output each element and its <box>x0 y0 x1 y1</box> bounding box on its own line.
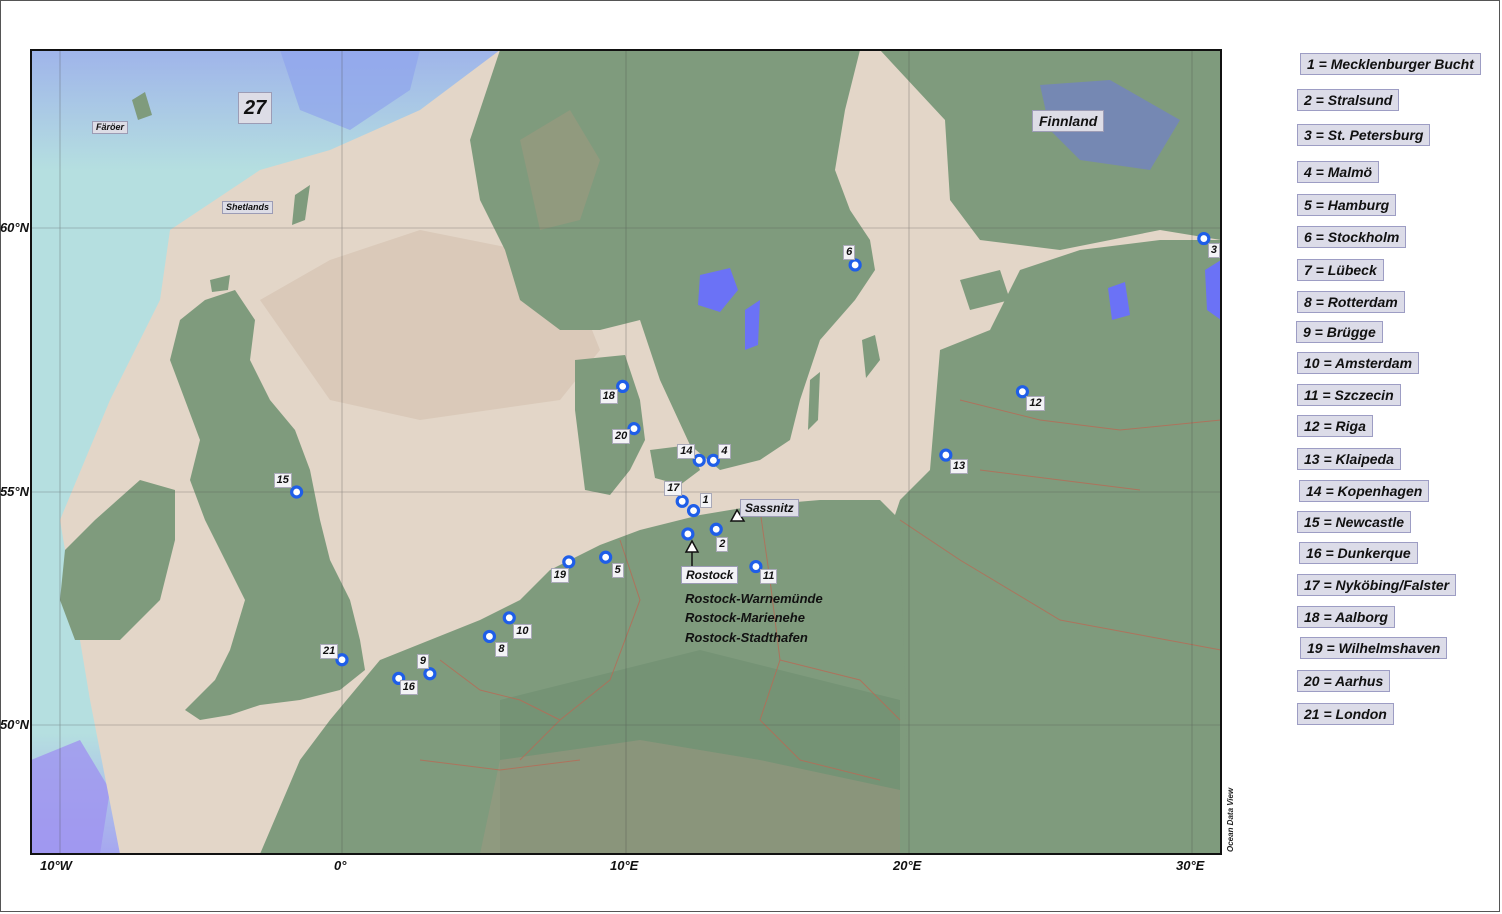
station-number-12: 12 <box>1026 395 1045 411</box>
shetlands-label: Shetlands <box>222 201 274 214</box>
station-marker-2[interactable] <box>709 522 723 536</box>
legend-item-21: 21 = London <box>1297 703 1394 725</box>
legend-item-12: 12 = Riga <box>1297 415 1373 437</box>
station-marker-18[interactable] <box>616 379 630 393</box>
station-marker-6[interactable] <box>848 258 862 272</box>
legend-item-7: 7 = Lübeck <box>1297 259 1384 281</box>
station-number-18: 18 <box>599 389 618 405</box>
rostock-site-3: Rostock-Stadthafen <box>685 630 808 645</box>
station-number-19: 19 <box>550 567 570 583</box>
station-number-2: 2 <box>716 537 729 553</box>
station-marker-17[interactable] <box>675 494 689 508</box>
lat-label-55n: 55°N <box>0 484 29 499</box>
station-marker-21[interactable] <box>335 653 349 667</box>
station-marker-8[interactable] <box>482 629 497 644</box>
legend-item-19: 19 = Wilhelmshaven <box>1300 637 1448 659</box>
lon-label-20e: 20°E <box>893 858 922 873</box>
legend-item-4: 4 = Malmö <box>1297 161 1380 183</box>
legend-item-9: 9 = Brügge <box>1296 321 1383 343</box>
station-marker-7[interactable] <box>681 527 695 541</box>
finland-label: Finnland <box>1032 110 1105 132</box>
lon-label-0: 0° <box>334 858 347 873</box>
station-number-8: 8 <box>495 642 508 658</box>
station-number-1: 1 <box>699 492 712 508</box>
station-marker-19[interactable] <box>562 555 576 569</box>
map-canvas <box>30 49 1222 855</box>
station-number-14: 14 <box>677 444 696 460</box>
station-marker-4[interactable] <box>706 453 720 467</box>
legend-item-10: 10 = Amsterdam <box>1297 352 1420 374</box>
station-marker-1[interactable] <box>686 504 701 518</box>
lon-label-10e: 10°E <box>610 858 639 873</box>
legend-item-2: 2 = Stralsund <box>1297 89 1400 111</box>
station-number-3: 3 <box>1207 242 1220 258</box>
legend-item-6: 6 = Stockholm <box>1297 226 1407 248</box>
legend-item-8: 8 = Rotterdam <box>1297 291 1405 313</box>
station-marker-5[interactable] <box>599 550 613 564</box>
station-number-15: 15 <box>273 473 292 488</box>
ocean-data-view-credit: Ocean Data View <box>1226 787 1235 852</box>
legend-item-16: 16 = Dunkerque <box>1299 542 1418 564</box>
station-number-5: 5 <box>611 563 624 579</box>
station-number-16: 16 <box>399 680 418 696</box>
rostock-site-1: Rostock-Warnemünde <box>685 591 823 606</box>
station-marker-15[interactable] <box>290 485 304 499</box>
legend-item-18: 18 = Aalborg <box>1297 606 1395 628</box>
station-marker-10[interactable] <box>502 611 516 625</box>
map-area <box>31 50 1221 854</box>
sassnitz-label: Sassnitz <box>740 499 799 517</box>
station-number-10: 10 <box>513 623 532 639</box>
legend-item-1: 1 = Mecklenburger Bucht <box>1300 53 1481 75</box>
legend-item-15: 15 = Newcastle <box>1297 511 1412 533</box>
legend-item-17: 17 = Nyköbing/Falster <box>1297 574 1457 596</box>
lat-label-60n: 60°N <box>0 220 29 235</box>
station-number-21: 21 <box>320 643 339 659</box>
station-number-9: 9 <box>416 653 429 669</box>
lat-label-50n: 50°N <box>0 717 29 732</box>
legend-item-20: 20 = Aarhus <box>1297 670 1391 692</box>
station-number-17: 17 <box>664 481 683 497</box>
station-marker-9[interactable] <box>423 667 437 681</box>
station-number-6: 6 <box>843 244 856 260</box>
station-number-4: 4 <box>718 444 731 460</box>
station-number-20: 20 <box>612 428 631 444</box>
rostock-site-2: Rostock-Marienehe <box>685 610 805 625</box>
lon-label-30e: 30°E <box>1176 858 1205 873</box>
legend-item-11: 11 = Szczecin <box>1297 384 1401 406</box>
legend-item-5: 5 = Hamburg <box>1297 194 1397 216</box>
rostock-label: Rostock <box>681 566 739 584</box>
station-number-11: 11 <box>759 568 778 584</box>
faroe-label: Färöer <box>92 121 129 134</box>
station-number-13: 13 <box>949 459 969 475</box>
lon-label-10w: 10°W <box>40 858 72 873</box>
station-marker-20[interactable] <box>627 422 641 436</box>
station-marker-14[interactable] <box>692 453 706 467</box>
legend-item-3: 3 = St. Petersburg <box>1297 124 1431 146</box>
area-number-label: 27 <box>238 92 273 124</box>
legend-item-14: 14 = Kopenhagen <box>1299 480 1430 502</box>
legend-item-13: 13 = Klaipeda <box>1297 448 1401 470</box>
